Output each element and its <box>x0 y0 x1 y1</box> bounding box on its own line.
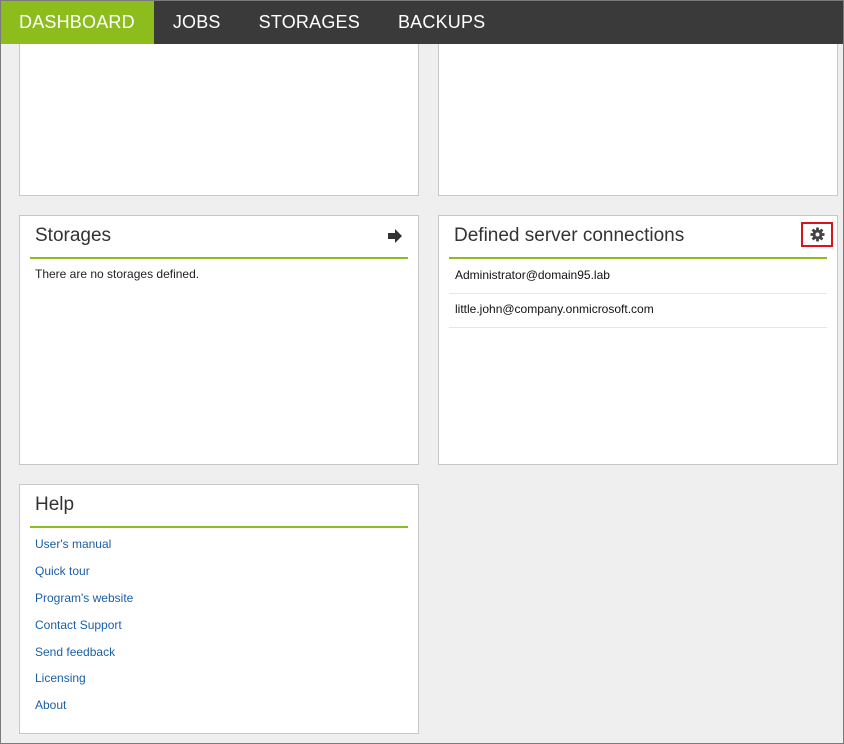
help-title: Help <box>35 494 75 515</box>
arrow-right-icon[interactable] <box>388 229 402 243</box>
help-panel: Help User's manual Quick tour Program's … <box>19 484 419 734</box>
tab-jobs[interactable]: JOBS <box>154 1 240 44</box>
help-link-send-feedback[interactable]: Send feedback <box>35 645 133 672</box>
gear-icon <box>809 227 825 242</box>
help-links: User's manual Quick tour Program's websi… <box>35 537 133 725</box>
help-link-quick-tour[interactable]: Quick tour <box>35 564 133 591</box>
connections-settings-button[interactable] <box>801 222 833 247</box>
tab-backups[interactable]: BACKUPS <box>379 1 504 44</box>
connections-panel: Defined server connections Administrator… <box>438 215 838 465</box>
storages-title: Storages <box>35 225 112 246</box>
help-link-contact-support[interactable]: Contact Support <box>35 618 133 645</box>
list-item[interactable]: Administrator@domain95.lab <box>449 260 827 294</box>
list-item[interactable]: little.john@company.onmicrosoft.com <box>449 294 827 328</box>
top-right-panel <box>438 44 838 196</box>
tab-storages[interactable]: STORAGES <box>240 1 379 44</box>
help-panel-header: Help <box>30 485 408 528</box>
storages-panel: Storages There are no storages defined. <box>19 215 419 465</box>
help-link-programs-website[interactable]: Program's website <box>35 591 133 618</box>
top-navigation: DASHBOARD JOBS STORAGES BACKUPS <box>1 1 843 44</box>
storages-panel-header: Storages <box>30 216 408 259</box>
storages-empty-text: There are no storages defined. <box>35 267 200 281</box>
help-link-licensing[interactable]: Licensing <box>35 671 133 698</box>
help-link-about[interactable]: About <box>35 698 133 725</box>
top-left-panel <box>19 44 419 196</box>
connections-list: Administrator@domain95.lab little.john@c… <box>449 260 827 328</box>
connections-panel-header: Defined server connections <box>449 216 833 259</box>
connections-title: Defined server connections <box>454 225 685 246</box>
tab-dashboard[interactable]: DASHBOARD <box>1 1 154 44</box>
help-link-users-manual[interactable]: User's manual <box>35 537 133 564</box>
